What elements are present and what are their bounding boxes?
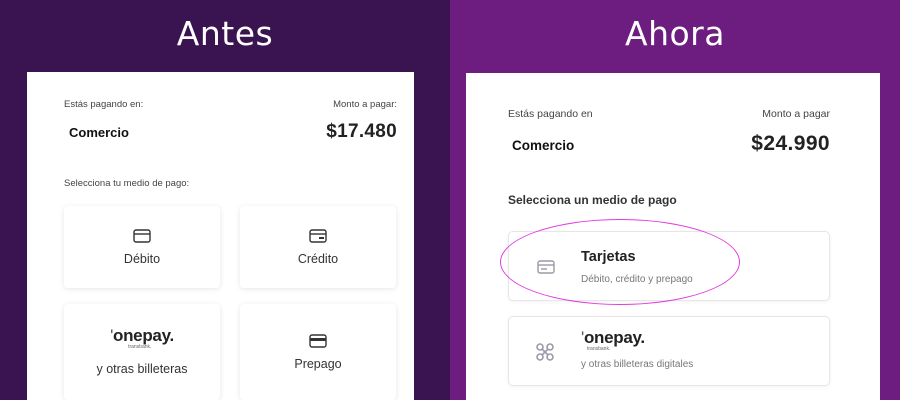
- cards-title: Tarjetas: [581, 249, 636, 265]
- other-wallets-label: y otras billeteras: [96, 362, 188, 376]
- before-labels-row: Estás pagando en: Monto a pagar:: [64, 99, 397, 110]
- cards-option[interactable]: Tarjetas Débito, crédito y prepago: [508, 231, 830, 301]
- onepay-logo: 'onepay. transbank.: [581, 328, 645, 352]
- before-panel: Antes Estás pagando en: Monto a pagar: C…: [0, 0, 450, 400]
- transbank-text: transbank.: [128, 344, 152, 350]
- amount-value: $17.480: [326, 121, 397, 142]
- paying-in-label: Estás pagando en:: [64, 99, 144, 110]
- amount-label: Monto a pagar:: [333, 99, 397, 110]
- transbank-text: transbank.: [587, 346, 611, 352]
- wallet-icon: [536, 343, 554, 361]
- debit-option[interactable]: Débito: [64, 206, 220, 288]
- onepay-logo-text: onepay: [113, 326, 170, 345]
- merchant-name: Comercio: [69, 125, 129, 140]
- before-heading: Antes: [176, 14, 274, 53]
- card-icon: [537, 260, 555, 274]
- after-values-row: Comercio $24.990: [512, 132, 830, 156]
- debit-label: Débito: [123, 251, 161, 266]
- after-heading: Ahora: [625, 14, 725, 53]
- onepay-option[interactable]: 'onepay. transbank. y otras billeteras d…: [508, 316, 830, 386]
- merchant-name: Comercio: [512, 138, 575, 153]
- before-values-row: Comercio $17.480: [69, 121, 397, 143]
- prepaid-card-icon: [309, 333, 327, 348]
- credit-option[interactable]: Crédito: [240, 206, 396, 288]
- amount-value: $24.990: [751, 132, 830, 155]
- prepaid-option[interactable]: Prepago: [240, 304, 396, 400]
- after-panel: Ahora Estás pagando en Monto a pagar Com…: [450, 0, 900, 400]
- prepaid-label: Prepago: [294, 356, 342, 371]
- select-payment-label: Selecciona un medio de pago: [508, 193, 677, 207]
- paying-in-label: Estás pagando en: [508, 108, 593, 120]
- select-payment-label: Selecciona tu medio de pago:: [64, 178, 190, 189]
- after-labels-row: Estás pagando en Monto a pagar: [508, 108, 830, 120]
- onepay-logo: 'onepay. transbank.: [110, 326, 174, 350]
- credit-label: Crédito: [297, 251, 339, 266]
- onepay-logo-text: onepay: [583, 328, 641, 347]
- card-icon: [133, 228, 151, 243]
- cards-subtitle: Débito, crédito y prepago: [581, 274, 693, 285]
- amount-label: Monto a pagar: [762, 108, 830, 120]
- after-payment-card: Estás pagando en Monto a pagar Comercio …: [466, 73, 880, 400]
- before-payment-card: Estás pagando en: Monto a pagar: Comerci…: [27, 72, 414, 400]
- credit-card-icon: [309, 228, 327, 243]
- onepay-option[interactable]: 'onepay. transbank. y otras billeteras: [64, 304, 220, 400]
- onepay-subtitle: y otras billeteras digitales: [581, 359, 694, 370]
